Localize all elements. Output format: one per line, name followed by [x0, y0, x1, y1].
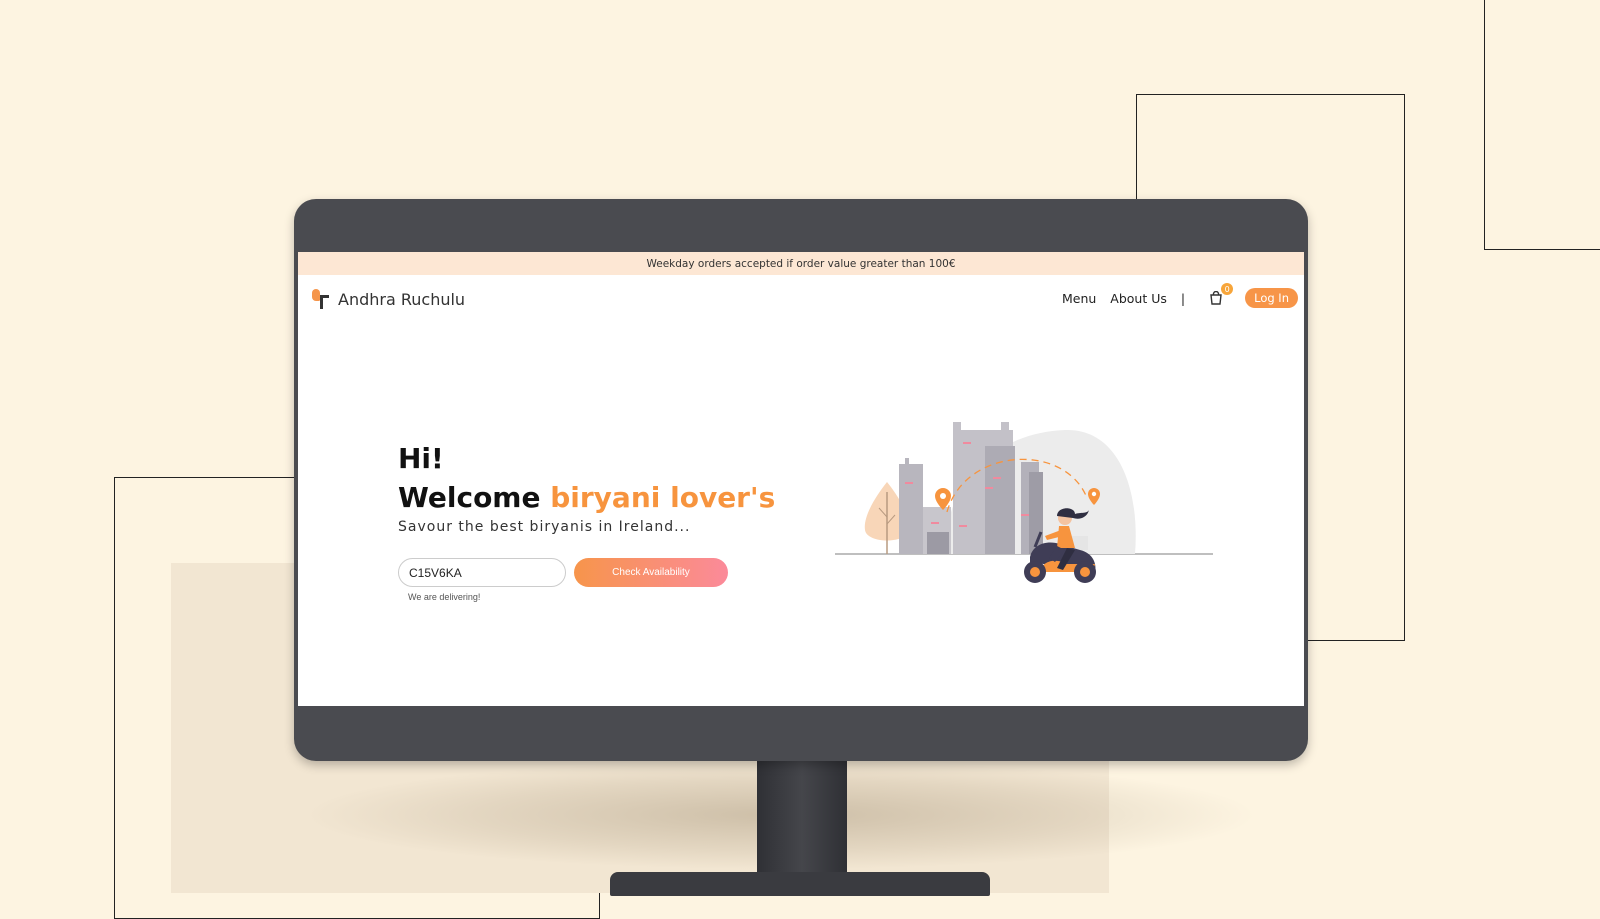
brand-logo[interactable]: Andhra Ruchulu — [312, 289, 465, 309]
hero-greeting: Hi! — [398, 442, 444, 475]
delivery-status-text: We are delivering! — [408, 592, 481, 602]
cart-icon — [1210, 291, 1222, 305]
monitor-stand-base — [610, 872, 990, 896]
hero-text: Hi! Welcome biryani lover's Savour the b… — [398, 440, 775, 535]
login-button[interactable]: Log In — [1245, 288, 1298, 308]
decorative-frame-far-right — [1484, 0, 1600, 250]
nav-links: Menu About Us | 0 Log In — [1048, 283, 1298, 308]
brand-name: Andhra Ruchulu — [338, 289, 466, 309]
hero-welcome-accent: biryani lover's — [550, 481, 776, 514]
availability-form: Check Availability — [398, 558, 728, 587]
website-screen: Weekday orders accepted if order value g… — [298, 252, 1304, 706]
hero-welcome-prefix: Welcome — [398, 481, 541, 514]
monitor-stand-neck — [757, 760, 847, 882]
delivery-scooter-illustration — [835, 422, 1213, 583]
promo-text: Weekday orders accepted if order value g… — [646, 257, 956, 270]
logo-icon — [312, 289, 330, 309]
hero-subtitle: Savour the best biryanis in Ireland... — [398, 519, 691, 535]
cart-button[interactable]: 0 — [1209, 283, 1234, 305]
promo-banner: Weekday orders accepted if order value g… — [298, 252, 1304, 275]
nav-separator: | — [1180, 290, 1186, 306]
cart-count-badge: 0 — [1221, 283, 1234, 295]
postcode-input[interactable] — [398, 558, 566, 587]
hero-welcome: Welcome biryani lover's — [398, 478, 775, 518]
check-availability-button[interactable]: Check Availability — [574, 558, 728, 587]
top-navigation: Andhra Ruchulu Menu About Us | 0 Log In — [298, 275, 1304, 325]
nav-about-link[interactable]: About Us — [1110, 291, 1167, 306]
nav-menu-link[interactable]: Menu — [1062, 291, 1096, 306]
